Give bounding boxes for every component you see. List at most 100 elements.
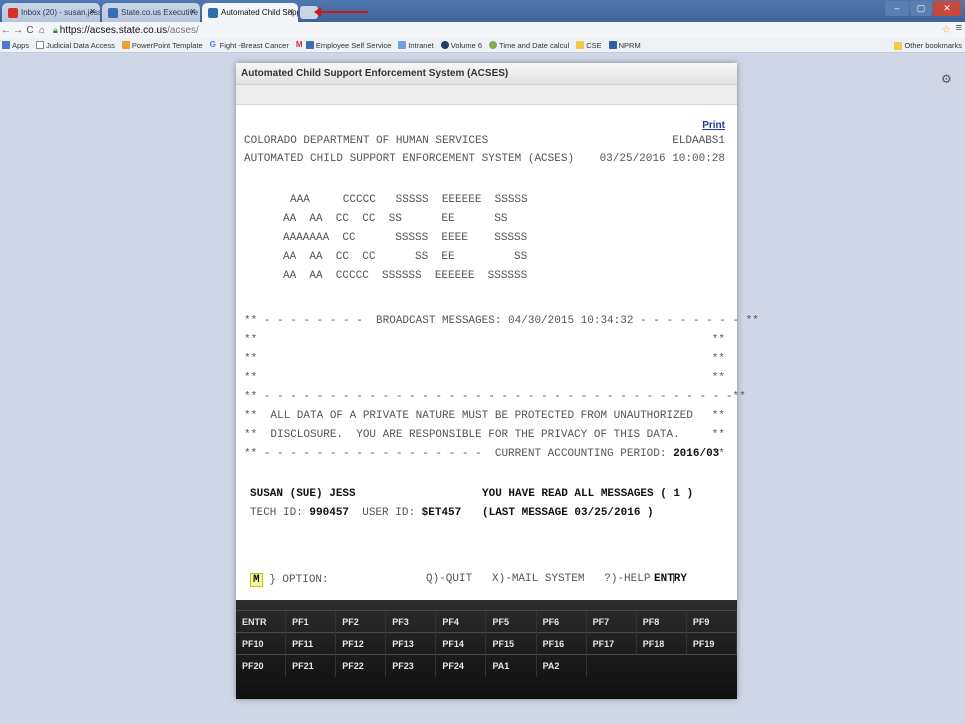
tab-acses[interactable]: Automated Child Support ✕ [202, 3, 298, 22]
close-window-icon[interactable]: ✕ [933, 1, 961, 16]
back-icon[interactable]: ← [0, 25, 12, 36]
fkey-pf11[interactable]: PF11 [286, 633, 337, 655]
fkey-pf17[interactable]: PF17 [587, 633, 637, 655]
fkey-pf5[interactable]: PF5 [486, 611, 537, 633]
url-path: /acses/ [167, 24, 199, 36]
privacy-notice-1: ** ALL DATA OF A PRIVATE NATURE MUST BE … [244, 410, 693, 422]
tab-gmail-inbox[interactable]: Inbox (20) - susan.jess@... ✕ [2, 3, 100, 22]
bookmark-nprm[interactable]: NPRM [608, 41, 641, 50]
messages-status: YOU HAVE READ ALL MESSAGES ( 1 ) [482, 488, 694, 500]
bookmark-breast-cancer[interactable]: G Fight -Breast Cancer [210, 41, 289, 50]
star-border-right: ** [711, 372, 725, 384]
fkey-pf20[interactable]: PF20 [236, 655, 287, 677]
forward-icon[interactable]: → [12, 25, 24, 36]
fkey-pf2[interactable]: PF2 [336, 611, 387, 633]
fkey-pf12[interactable]: PF12 [336, 633, 387, 655]
bookmark-star-icon[interactable]: ☆ [941, 23, 951, 36]
fkey-entr[interactable]: ENTR [236, 611, 287, 633]
fkey-pf14[interactable]: PF14 [436, 633, 487, 655]
bookmark-cse[interactable]: CSE [576, 41, 602, 50]
intranet-icon [398, 41, 407, 49]
fkey-pf4[interactable]: PF4 [436, 611, 487, 633]
fkey-pf21[interactable]: PF21 [286, 655, 337, 677]
fkey-pf7[interactable]: PF7 [587, 611, 637, 633]
dept-header: COLORADO DEPARTMENT OF HUMAN SERVICES [244, 135, 489, 147]
fkey-pf8[interactable]: PF8 [637, 611, 687, 633]
gmail-icon [8, 7, 18, 18]
star-border-left: ** [244, 334, 258, 346]
banner-line: AAAAAAA CC SSSSS EEEE SSSSS [283, 232, 528, 244]
tab-state-executive[interactable]: State.co.us Executive Bra... ✕ [102, 3, 200, 22]
fkey-pf6[interactable]: PF6 [537, 611, 587, 633]
globe-icon [440, 41, 449, 49]
acses-window: Automated Child Support Enforcement Syst… [236, 63, 759, 699]
privacy-notice-2: ** DISCLOSURE. YOU ARE RESPONSIBLE FOR T… [244, 429, 680, 441]
fkey-pf3[interactable]: PF3 [386, 611, 437, 633]
fkey-pf1[interactable]: PF1 [286, 611, 337, 633]
fkey-pf22[interactable]: PF22 [336, 655, 387, 677]
close-tab-icon[interactable]: ✕ [189, 7, 196, 16]
minimize-icon[interactable]: – [885, 1, 909, 16]
fkey-pf18[interactable]: PF18 [637, 633, 687, 655]
option-line: M } OPTION: [250, 573, 329, 587]
url-host: https://acses.state.co.us [59, 24, 168, 36]
chart-icon [305, 41, 314, 49]
fkey-pf19[interactable]: PF19 [687, 633, 737, 655]
bookmark-judicial[interactable]: Judicial Data Access [36, 41, 115, 50]
star-border-right: ** [711, 334, 725, 346]
bookmark-intranet[interactable]: Intranet [398, 41, 434, 50]
bookmark-powerpoint[interactable]: PowerPoint Template [121, 41, 203, 50]
fkey-pf13[interactable]: PF13 [386, 633, 437, 655]
close-tab-icon[interactable]: ✕ [287, 7, 294, 16]
browser-menu-icon[interactable]: ≡ [956, 22, 962, 34]
window-controls: – ▢ ✕ [885, 1, 961, 16]
browser-tab-bar: Inbox (20) - susan.jess@... ✕ State.co.u… [0, 0, 965, 22]
home-icon[interactable]: ⌂ [36, 25, 48, 36]
option-input[interactable]: M [250, 573, 263, 587]
star-border-right: ** [711, 410, 725, 422]
app-subheader [236, 85, 737, 105]
puzzle-icon [121, 41, 130, 49]
fkey-pa2[interactable]: PA2 [537, 655, 587, 677]
user-name: SUSAN (SUE) JESS [250, 488, 356, 500]
function-key-bar: ENTR PF1 PF2 PF3 PF4 PF5 PF6 PF7 PF8 PF9… [236, 600, 737, 699]
fkey-pf10[interactable]: PF10 [236, 633, 287, 655]
function-key-row: PF10 PF11 PF12 PF13 PF14 PF15 PF16 PF17 … [236, 632, 737, 655]
command-help: Q)-QUIT X)-MAIL SYSTEM ?)-HELP | [426, 573, 677, 585]
accounting-period-line: ** - - - - - - - - - - - - - - - - - CUR… [244, 448, 720, 460]
star-border-right: ** [711, 448, 725, 460]
other-bookmarks[interactable]: Other bookmarks [894, 41, 962, 50]
datetime: 03/25/2016 10:00:28 [599, 153, 725, 165]
bookmark-apps[interactable]: Apps [2, 41, 29, 50]
banner-line: AA AA CC CC SS EE SS [283, 251, 528, 263]
fkey-pf23[interactable]: PF23 [386, 655, 437, 677]
address-bar[interactable]: https://acses.state.co.us/acses/ [60, 25, 199, 36]
fkey-pf24[interactable]: PF24 [436, 655, 487, 677]
function-key-row: ENTR PF1 PF2 PF3 PF4 PF5 PF6 PF7 PF8 PF9 [236, 610, 737, 633]
bookmark-volume6[interactable]: Volume 6 [440, 41, 482, 50]
fkey-pf15[interactable]: PF15 [486, 633, 537, 655]
fkey-pa1[interactable]: PA1 [486, 655, 537, 677]
fkey-pf16[interactable]: PF16 [537, 633, 587, 655]
acses-site-icon [208, 7, 218, 18]
browser-toolbar: ← → C ⌂ 🔒︎ https://acses.state.co.us/acs… [0, 22, 965, 38]
star-border-right: ** [711, 429, 725, 441]
star-border-right: ** [711, 353, 725, 365]
gear-icon[interactable]: ⚙ [941, 72, 952, 86]
app-title: Automated Child Support Enforcement Syst… [236, 63, 737, 85]
maximize-icon[interactable]: ▢ [910, 1, 932, 16]
fkey-pf9[interactable]: PF9 [687, 611, 737, 633]
screen-id: ELDAABS1 [672, 135, 725, 147]
clock-icon [489, 41, 498, 49]
bookmark-employee-self-service[interactable]: M Employee Self Service [296, 41, 391, 50]
bookmark-time-date[interactable]: Time and Date calcul [489, 41, 569, 50]
close-tab-icon[interactable]: ✕ [89, 7, 96, 16]
red-arrow-annotation [314, 7, 368, 17]
banner-line: AA AA CC CC SS EE SS [283, 213, 508, 225]
google-icon: G [209, 40, 216, 49]
star-border-left: ** [244, 353, 258, 365]
print-link[interactable]: Print [702, 120, 725, 131]
reload-icon[interactable]: C [24, 25, 36, 36]
id-line: TECH ID: 990457 USER ID: $ET457 [250, 507, 462, 519]
dash-separator: ** - - - - - - - - - - - - - - - - - - -… [244, 391, 746, 403]
